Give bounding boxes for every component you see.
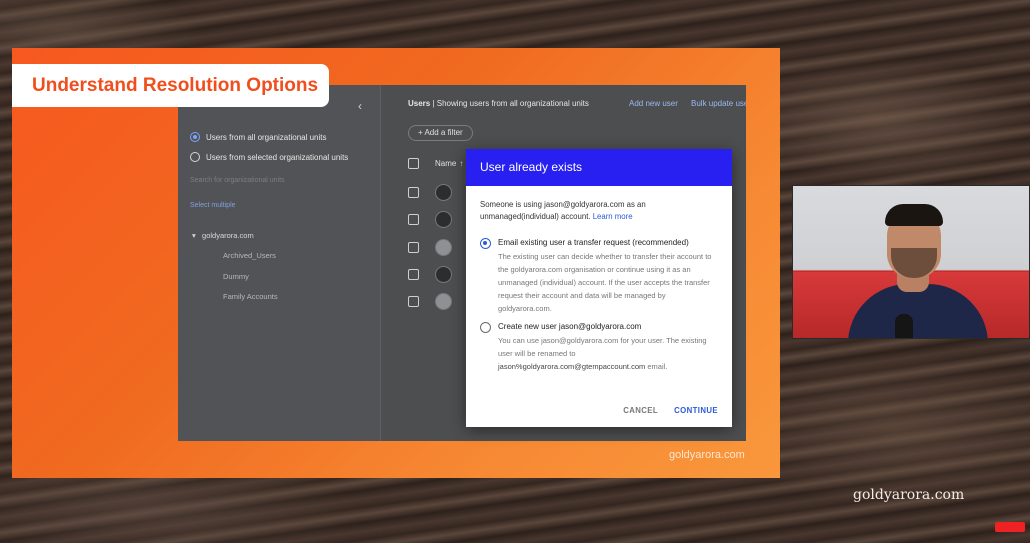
ou-search-input[interactable]: Search for organizational units [190, 177, 285, 184]
caret-down-icon[interactable]: ▾ [192, 231, 196, 240]
renamed-email: jason%goldyarora.com@gtempaccount.com [498, 362, 646, 371]
arrow-up-icon[interactable]: ↑ [459, 159, 463, 168]
learn-more-link[interactable]: Learn more [593, 212, 633, 221]
table-row[interactable] [408, 211, 452, 228]
option-create-desc-text: You can use jason@goldyarora.com for you… [498, 336, 707, 358]
option-transfer-desc: The existing user can decide whether to … [498, 252, 712, 313]
select-all-checkbox[interactable] [408, 158, 419, 169]
option-create-title: Create new user jason@goldyarora.com [498, 322, 642, 331]
add-filter-button[interactable]: + Add a filter [408, 125, 473, 141]
dialog-actions: CANCEL CONTINUE [623, 406, 718, 415]
row-checkbox[interactable] [408, 187, 419, 198]
tree-item-archived[interactable]: Archived_Users [223, 251, 276, 260]
microphone-icon [895, 314, 913, 338]
radio-button-icon[interactable] [190, 152, 200, 162]
radio-button-icon[interactable] [190, 132, 200, 142]
select-multiple-link[interactable]: Select multiple [190, 202, 236, 209]
option-create-new-user[interactable]: Create new user jason@goldyarora.com You… [480, 321, 718, 373]
radio-all-ous[interactable]: Users from all organizational units [190, 132, 327, 142]
cancel-button[interactable]: CANCEL [623, 406, 658, 415]
avatar [435, 293, 452, 310]
radio-all-ous-label: Users from all organizational units [206, 132, 327, 142]
dialog-body: Someone is using jason@goldyarora.com as… [466, 186, 732, 373]
presenter-webcam [792, 185, 1030, 339]
name-column-header[interactable]: Name [435, 159, 456, 168]
table-row[interactable] [408, 239, 452, 256]
users-header: Users | Showing users from all organizat… [408, 99, 589, 108]
tree-root-label: goldyarora.com [202, 231, 254, 240]
row-checkbox[interactable] [408, 269, 419, 280]
option-transfer-title: Email existing user a transfer request (… [498, 238, 689, 247]
table-row[interactable] [408, 293, 452, 310]
users-heading: Users [408, 99, 431, 108]
tree-item-family[interactable]: Family Accounts [223, 292, 278, 301]
tree-item-dummy[interactable]: Dummy [223, 272, 249, 281]
slide-footer: goldyarora.com [669, 449, 745, 461]
row-checkbox[interactable] [408, 242, 419, 253]
brand-watermark: goldyarora.com [853, 487, 965, 503]
users-subheading: | Showing users from all organizational … [430, 99, 589, 108]
slide-title: Understand Resolution Options [12, 64, 329, 107]
radio-button-icon[interactable] [480, 322, 491, 333]
tree-root[interactable]: ▾ goldyarora.com [192, 231, 254, 240]
radio-button-icon[interactable] [480, 238, 491, 249]
ou-filter-panel: ‹ Users from all organizational units Us… [178, 85, 381, 441]
row-checkbox[interactable] [408, 296, 419, 307]
avatar [435, 266, 452, 283]
table-row[interactable] [408, 266, 452, 283]
option-create-desc: You can use jason@goldyarora.com for you… [498, 334, 718, 373]
radio-selected-ous[interactable]: Users from selected organizational units [190, 152, 348, 162]
radio-selected-ous-label: Users from selected organizational units [206, 152, 349, 162]
presenter-hair [885, 204, 943, 226]
avatar [435, 184, 452, 201]
avatar [435, 239, 452, 256]
option-create-desc-end: email. [645, 362, 668, 371]
table-row[interactable] [408, 184, 452, 201]
avatar [435, 211, 452, 228]
chevron-left-icon[interactable]: ‹ [358, 99, 362, 113]
row-checkbox[interactable] [408, 214, 419, 225]
user-exists-dialog: User already exists Someone is using jas… [466, 149, 732, 427]
continue-button[interactable]: CONTINUE [674, 406, 718, 415]
dialog-title: User already exists [466, 149, 732, 186]
subscribe-badge-icon[interactable] [995, 522, 1025, 532]
add-new-user-link[interactable]: Add new user [629, 99, 678, 108]
bulk-update-users-link[interactable]: Bulk update users [691, 99, 746, 108]
dialog-intro: Someone is using jason@goldyarora.com as… [480, 199, 718, 223]
table-header: Name ↑ [408, 158, 463, 169]
option-transfer-request[interactable]: Email existing user a transfer request (… [480, 237, 718, 315]
